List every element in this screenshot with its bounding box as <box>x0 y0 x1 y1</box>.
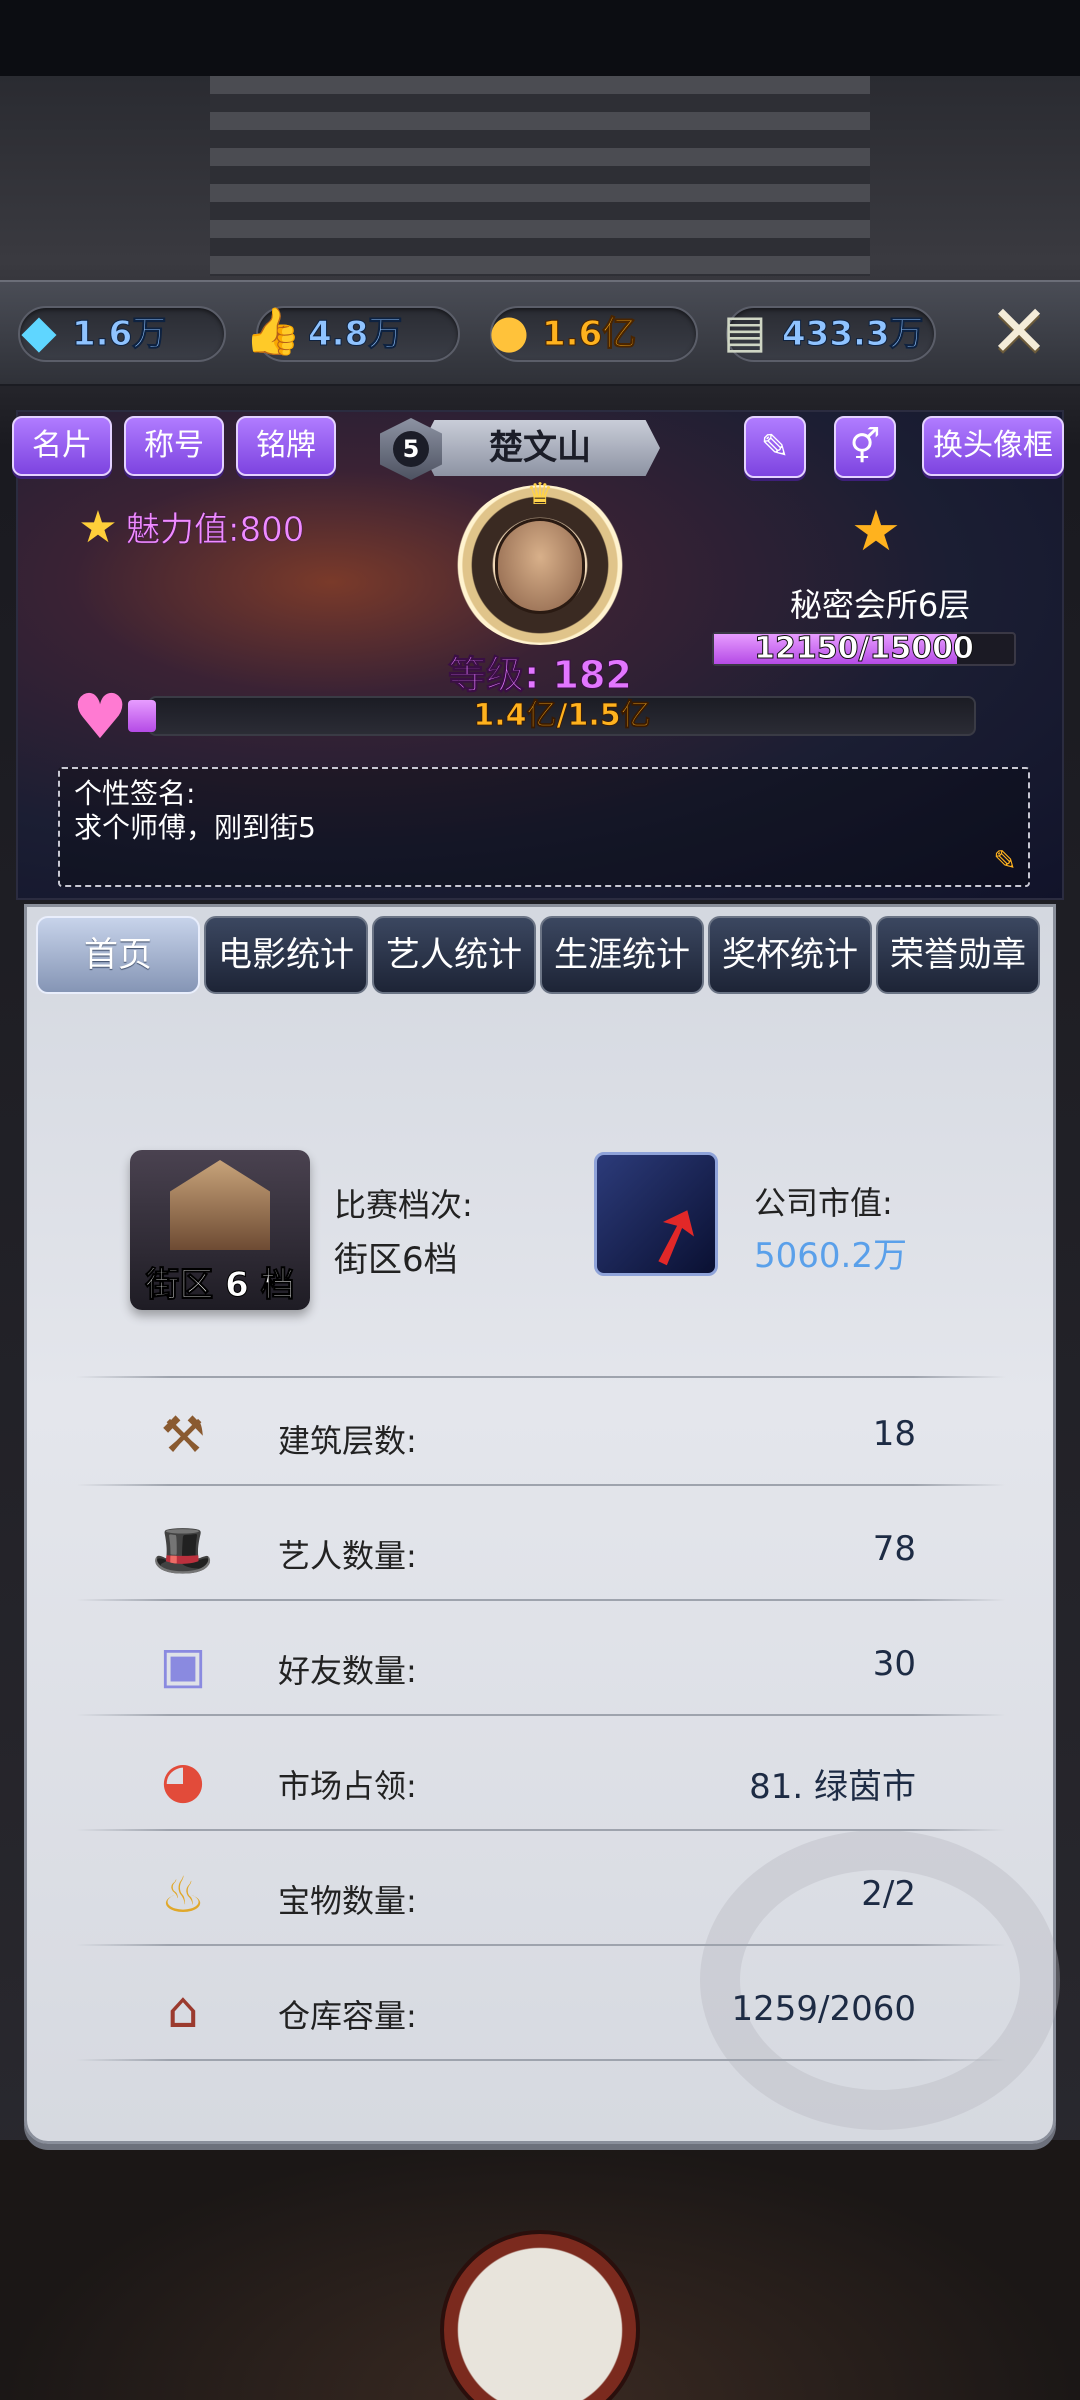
hammer-icon: ⚒ <box>160 1406 206 1464</box>
diamond-value: 1.6万 <box>71 314 167 355</box>
tab-artist-stats[interactable]: 艺人统计 <box>372 916 536 994</box>
gold-value: 1.6亿 <box>541 314 637 355</box>
cash-stack-icon: ▤ <box>723 304 767 358</box>
player-level: 等级: 182 <box>448 653 633 698</box>
market-share-value: 81. 绿茵市 <box>749 1767 916 1807</box>
diamond-icon: ◆ <box>21 304 57 358</box>
trophy-icon: ★ <box>850 499 902 564</box>
close-icon[interactable]: ✕ <box>984 295 1054 368</box>
divider <box>76 1599 1006 1601</box>
divider <box>76 1944 1006 1946</box>
friend-count-value: 30 <box>872 1644 916 1684</box>
charm-value: 魅力值:800 <box>126 510 305 551</box>
star-icon: ★ <box>78 502 118 553</box>
market-share-label: 市场占领: <box>278 1767 417 1805</box>
warehouse-capacity-value: 1259/2060 <box>731 1989 916 2029</box>
artist-count-value: 78 <box>872 1529 916 1569</box>
tab-career-stats[interactable]: 生涯统计 <box>540 916 704 994</box>
club-progress-text: 12150/15000 <box>754 631 975 667</box>
signature-text: 求个师傅，刚到街5 <box>74 811 316 844</box>
avatar <box>495 518 585 614</box>
divider <box>76 1829 1006 1831</box>
edit-name-icon[interactable]: ✎ <box>744 416 806 478</box>
treasure-count-label: 宝物数量: <box>278 1882 417 1920</box>
popularity-text: 1.4亿/1.5亿 <box>473 698 651 734</box>
pie-chart-icon: ◕ <box>161 1751 205 1809</box>
tab-trophy-stats[interactable]: 奖杯统计 <box>708 916 872 994</box>
crown-icon: ♛ <box>526 477 554 512</box>
building-floors-label: 建筑层数: <box>278 1422 417 1460</box>
background-ceiling <box>210 76 870 276</box>
market-value: 5060.2万 <box>754 1236 907 1276</box>
player-name: 楚文山 <box>420 420 660 476</box>
artist-count-label: 艺人数量: <box>278 1537 417 1575</box>
tab-movie-stats[interactable]: 电影统计 <box>204 916 368 994</box>
warehouse-icon: ⌂ <box>167 1981 199 2039</box>
divider <box>76 1484 1006 1486</box>
match-tier-value: 街区6档 <box>334 1240 458 1280</box>
tab-home[interactable]: 首页 <box>36 916 200 994</box>
vip-level: 5 <box>393 431 429 467</box>
district-badge: 街区 6 档 <box>145 1265 295 1306</box>
divider <box>76 1376 1006 1378</box>
treasure-count-value: 2/2 <box>861 1874 916 1914</box>
edit-signature-icon[interactable]: ✎ <box>990 846 1020 876</box>
building-floors-value: 18 <box>872 1414 916 1454</box>
title-button[interactable]: 称号 <box>124 416 224 476</box>
likes-value: 4.8万 <box>307 314 403 355</box>
business-card-button[interactable]: 名片 <box>12 416 112 476</box>
warehouse-capacity-label: 仓库容量: <box>278 1997 417 2035</box>
friend-count-label: 好友数量: <box>278 1652 417 1690</box>
contact-book-icon: ▣ <box>159 1636 207 1694</box>
gender-icon[interactable]: ⚥ <box>834 416 896 478</box>
market-value-label: 公司市值: <box>754 1184 893 1222</box>
cash-value: 433.3万 <box>782 314 925 355</box>
tab-honor-medals[interactable]: 荣誉勋章 <box>876 916 1040 994</box>
club-level: 秘密会所6层 <box>789 586 971 624</box>
top-hat-agent-icon: 🎩 <box>151 1521 215 1579</box>
thumbs-up-icon: 👍 <box>244 303 302 358</box>
gold-ingot-icon: ● <box>488 304 530 358</box>
match-tier-label: 比赛档次: <box>334 1186 473 1224</box>
change-frame-button[interactable]: 换头像框 <box>922 416 1064 476</box>
divider <box>76 2059 1006 2061</box>
nameplate-button[interactable]: 铭牌 <box>236 416 336 476</box>
magic-lamp-icon: ♨ <box>160 1866 206 1924</box>
divider <box>76 1714 1006 1716</box>
